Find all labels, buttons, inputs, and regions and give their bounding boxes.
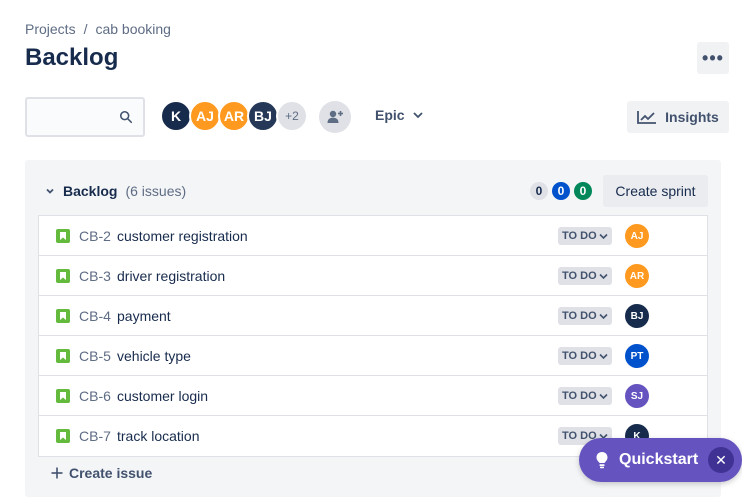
story-icon: [56, 389, 70, 403]
breadcrumb-project-link[interactable]: cab booking: [95, 21, 171, 37]
assignee-avatar[interactable]: PT: [625, 344, 649, 368]
issue-key[interactable]: CB-2: [79, 228, 111, 244]
quickstart-label: Quickstart: [619, 451, 699, 468]
issue-summary[interactable]: customer registration: [117, 228, 248, 244]
issue-key[interactable]: CB-4: [79, 308, 111, 324]
lightbulb-icon: [596, 452, 608, 469]
status-label: TO DO: [562, 270, 597, 282]
page-title: Backlog: [25, 44, 119, 71]
search-input[interactable]: [33, 107, 119, 127]
create-issue-label: Create issue: [69, 465, 153, 481]
chevron-down-icon: [412, 112, 423, 119]
in-progress-count-badge: 0: [552, 182, 570, 200]
status-dropdown[interactable]: TO DO: [558, 387, 612, 405]
chevron-down-icon: [599, 313, 608, 319]
chevron-down-icon: [599, 393, 608, 399]
issue-key[interactable]: CB-6: [79, 388, 111, 404]
breadcrumb-separator: /: [83, 21, 88, 37]
breadcrumb-projects-link[interactable]: Projects: [25, 21, 76, 37]
breadcrumb: Projects / cab booking: [25, 21, 171, 37]
issue-row[interactable]: CB-4 payment TO DO BJ: [39, 296, 707, 336]
add-person-icon: [327, 110, 343, 123]
create-sprint-button[interactable]: Create sprint: [603, 175, 708, 207]
avatar-group: K AJ AR BJ +2: [160, 100, 308, 132]
more-icon: •••: [702, 47, 724, 68]
backlog-title: Backlog: [63, 183, 118, 199]
issue-row[interactable]: CB-3 driver registration TO DO AR: [39, 256, 707, 296]
backlog-header[interactable]: Backlog (6 issues): [45, 183, 186, 199]
assignee-avatar[interactable]: AR: [625, 264, 649, 288]
issue-row[interactable]: CB-6 customer login TO DO SJ: [39, 376, 707, 416]
chevron-down-icon: [599, 233, 608, 239]
chevron-down-icon: [599, 353, 608, 359]
status-dropdown[interactable]: TO DO: [558, 267, 612, 285]
status-dropdown[interactable]: TO DO: [558, 227, 612, 245]
issue-summary[interactable]: driver registration: [117, 268, 225, 284]
quickstart-button[interactable]: Quickstart ✕: [579, 438, 742, 482]
status-label: TO DO: [562, 350, 597, 362]
story-icon: [56, 269, 70, 283]
create-issue-button[interactable]: Create issue: [51, 465, 152, 481]
close-icon[interactable]: ✕: [708, 447, 734, 473]
assignee-avatar[interactable]: SJ: [625, 384, 649, 408]
avatar-more[interactable]: +2: [276, 100, 308, 132]
todo-count-badge: 0: [530, 182, 548, 200]
assignee-avatar[interactable]: BJ: [625, 304, 649, 328]
search-field[interactable]: [25, 97, 145, 137]
assignee-avatar[interactable]: AJ: [625, 224, 649, 248]
issue-summary[interactable]: customer login: [117, 388, 208, 404]
story-icon: [56, 429, 70, 443]
issue-list: CB-2 customer registration TO DO AJ CB-3 driv…: [38, 215, 708, 457]
done-count-badge: 0: [574, 182, 592, 200]
issue-summary[interactable]: payment: [117, 308, 171, 324]
avatar[interactable]: K: [160, 100, 192, 132]
status-label: TO DO: [562, 310, 597, 322]
more-actions-button[interactable]: •••: [697, 42, 729, 74]
status-dropdown[interactable]: TO DO: [558, 347, 612, 365]
issue-row[interactable]: CB-2 customer registration TO DO AJ: [39, 216, 707, 256]
insights-label: Insights: [665, 109, 719, 125]
epic-filter-dropdown[interactable]: Epic: [375, 107, 423, 123]
avatar[interactable]: AJ: [189, 100, 221, 132]
issue-key[interactable]: CB-7: [79, 428, 111, 444]
status-dropdown[interactable]: TO DO: [558, 307, 612, 325]
chart-line-icon: [637, 111, 657, 124]
backlog-issue-count: (6 issues): [125, 183, 187, 199]
chevron-down-icon[interactable]: [45, 186, 55, 196]
issue-row[interactable]: CB-5 vehicle type TO DO PT: [39, 336, 707, 376]
status-counts: 0 0 0: [530, 182, 592, 200]
plus-icon: [51, 467, 63, 479]
issue-key[interactable]: CB-5: [79, 348, 111, 364]
issue-summary[interactable]: vehicle type: [117, 348, 191, 364]
search-icon: [119, 110, 133, 124]
story-icon: [56, 229, 70, 243]
avatar[interactable]: AR: [218, 100, 250, 132]
issue-key[interactable]: CB-3: [79, 268, 111, 284]
story-icon: [56, 349, 70, 363]
insights-button[interactable]: Insights: [627, 101, 729, 133]
status-label: TO DO: [562, 230, 597, 242]
status-label: TO DO: [562, 390, 597, 402]
issue-summary[interactable]: track location: [117, 428, 199, 444]
epic-filter-label: Epic: [375, 107, 405, 123]
avatar[interactable]: BJ: [247, 100, 279, 132]
story-icon: [56, 309, 70, 323]
add-people-button[interactable]: [319, 101, 351, 133]
chevron-down-icon: [599, 273, 608, 279]
